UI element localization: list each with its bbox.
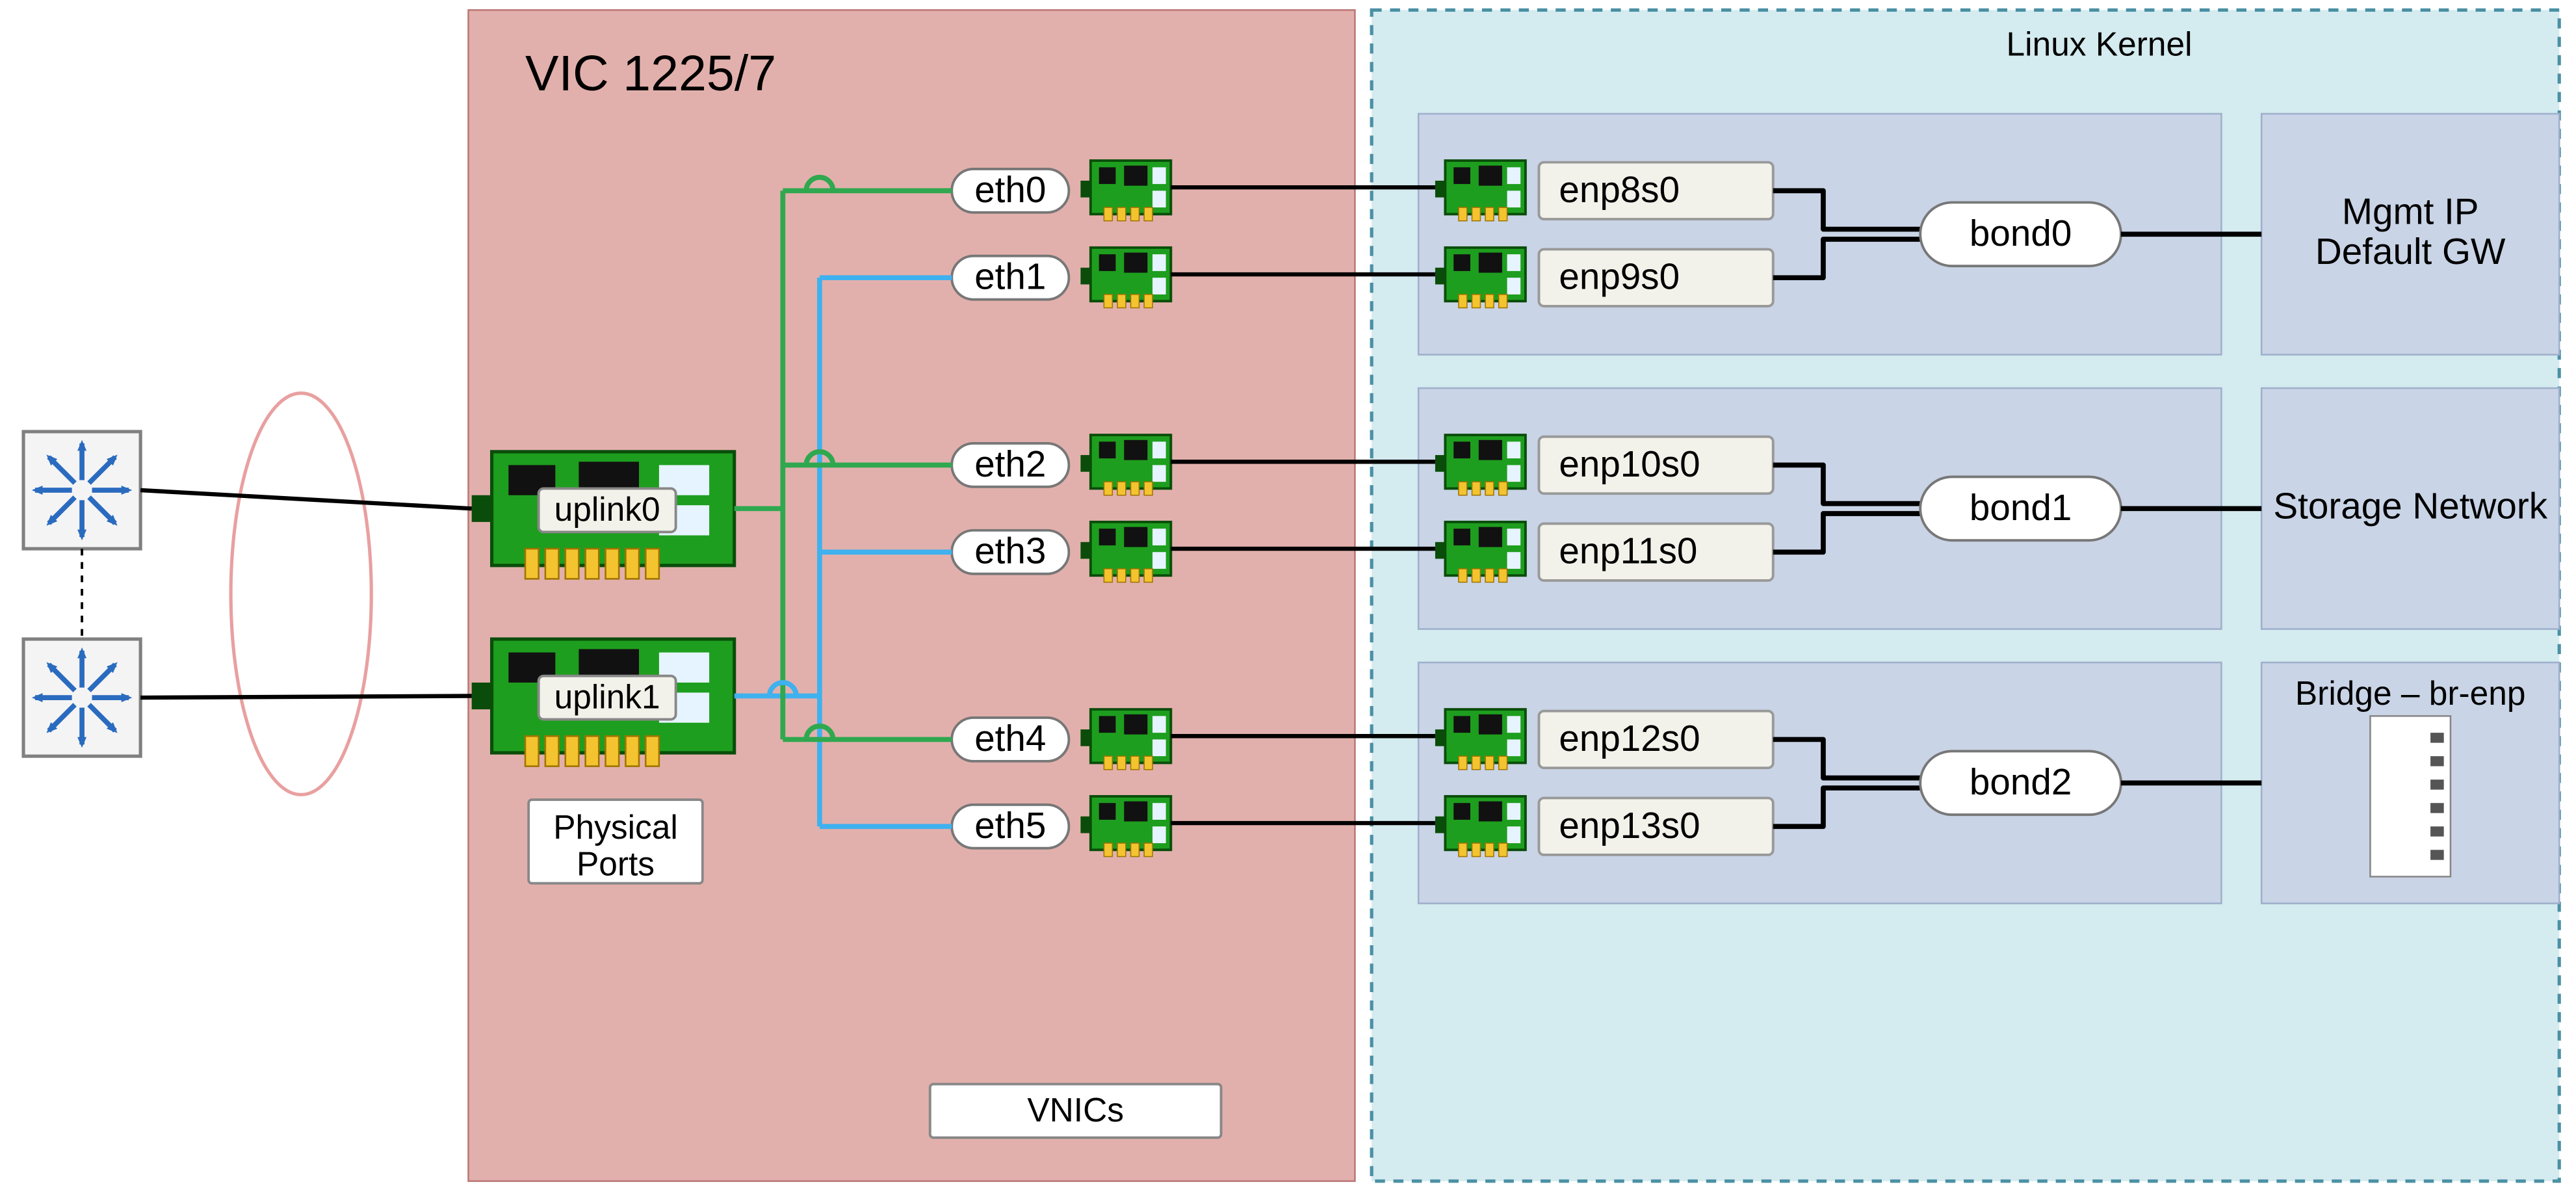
nic-icon — [1080, 161, 1171, 221]
svg-text:bond1: bond1 — [1970, 487, 2072, 528]
uplink0-nic: uplink0 — [472, 452, 735, 579]
iface-enp11s0: enp11s0 — [1559, 530, 1697, 571]
nic-icon — [1080, 796, 1171, 857]
iface-enp13s0: enp13s0 — [1559, 805, 1700, 846]
svg-text:uplink1: uplink1 — [554, 677, 660, 715]
bridge-icon — [2370, 716, 2451, 876]
nic-icon — [1080, 522, 1171, 582]
svg-text:bond2: bond2 — [1970, 761, 2072, 802]
link-switch0-uplink0 — [140, 490, 472, 508]
out-box-line-1-0: Storage Network — [2273, 485, 2547, 526]
bond-bond2: bond2 — [1920, 751, 2121, 815]
bond-bond0: bond0 — [1920, 202, 2121, 266]
nic-icon — [1080, 435, 1171, 495]
svg-text:bond0: bond0 — [1970, 213, 2072, 254]
iface-enp12s0: enp12s0 — [1559, 718, 1700, 759]
out-box-line-0-0: Mgmt IP — [2342, 190, 2479, 231]
svg-text:eth3: eth3 — [974, 530, 1046, 571]
out-box-title-2: Bridge – br-enp — [2295, 674, 2526, 712]
nic-icon — [1435, 796, 1526, 857]
vnics-label: VNICs — [1027, 1091, 1124, 1129]
out-box-line-0-1: Default GW — [2315, 231, 2506, 272]
kernel-title: Linux Kernel — [2007, 25, 2192, 63]
iface-enp9s0: enp9s0 — [1559, 256, 1680, 297]
vnic-eth3: eth3 — [952, 530, 1069, 574]
switch-icon — [23, 432, 140, 549]
nic-icon — [1435, 709, 1526, 770]
svg-text:eth0: eth0 — [974, 169, 1046, 210]
vnic-eth4: eth4 — [952, 718, 1069, 761]
nic-icon — [1435, 522, 1526, 582]
nic-icon — [1080, 248, 1171, 308]
vnic-eth1: eth1 — [952, 256, 1069, 300]
link-aggregate-ellipse — [231, 393, 371, 795]
vnic-eth5: eth5 — [952, 805, 1069, 848]
switch-icon — [23, 639, 140, 756]
svg-text:eth2: eth2 — [974, 443, 1046, 484]
nic-icon — [1435, 435, 1526, 495]
iface-enp10s0: enp10s0 — [1559, 443, 1700, 484]
vic-title: VIC 1225/7 — [525, 46, 776, 101]
nic-icon — [1435, 161, 1526, 221]
vnic-eth2: eth2 — [952, 443, 1069, 487]
svg-text:eth5: eth5 — [974, 805, 1046, 846]
iface-enp8s0: enp8s0 — [1559, 169, 1680, 210]
link-switch1-uplink1 — [140, 696, 472, 698]
svg-text:eth1: eth1 — [974, 256, 1046, 297]
uplink1-nic: uplink1 — [472, 639, 735, 766]
physical-ports-label: Physical — [553, 808, 678, 846]
svg-text:uplink0: uplink0 — [554, 490, 660, 528]
svg-text:eth4: eth4 — [974, 718, 1046, 759]
nic-icon — [1080, 709, 1171, 770]
vnic-eth0: eth0 — [952, 169, 1069, 213]
bond-bond1: bond1 — [1920, 477, 2121, 540]
physical-ports-label: Ports — [577, 845, 655, 883]
nic-icon — [1435, 248, 1526, 308]
